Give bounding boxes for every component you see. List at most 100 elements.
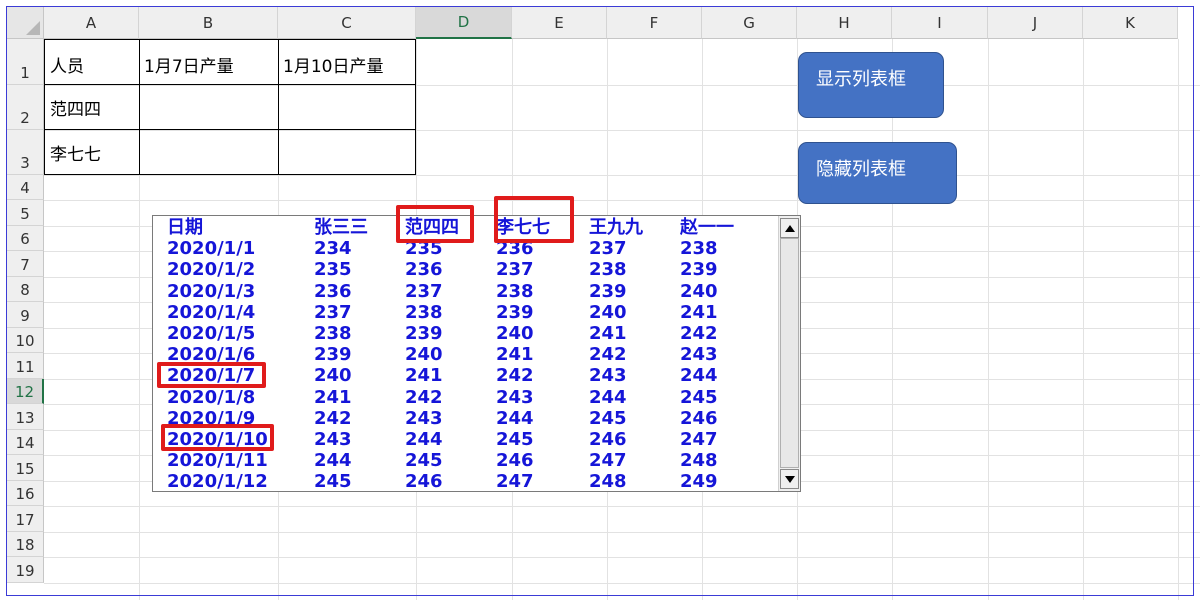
listbox-item-cell: 245 bbox=[680, 386, 718, 408]
row-header-14[interactable]: 14 bbox=[7, 430, 44, 455]
listbox-item-cell: 245 bbox=[405, 450, 443, 472]
gridline-horizontal bbox=[44, 583, 1200, 584]
table-cell-jan7-row2[interactable] bbox=[139, 130, 278, 174]
row-header-9[interactable]: 9 bbox=[7, 302, 44, 328]
gridline-vertical bbox=[1178, 39, 1179, 600]
table-cell-name-row2[interactable]: 李七七 bbox=[45, 130, 139, 174]
listbox-item-cell: 2020/1/3 bbox=[167, 280, 256, 302]
table-cell-name-row1[interactable]: 范四四 bbox=[45, 85, 139, 129]
listbox-item-cell: 241 bbox=[496, 344, 534, 366]
data-listbox[interactable]: 日期 张三三 范四四 李七七 王九九 赵一一 2020/1/1 234 235 236 237 238… bbox=[152, 215, 801, 492]
triangle-down-icon bbox=[784, 475, 795, 483]
table-header-jan7-output[interactable]: 1月7日产量 bbox=[139, 40, 278, 84]
listbox-item-cell: 243 bbox=[405, 407, 443, 429]
column-header-j[interactable]: J bbox=[988, 7, 1083, 39]
listbox-item-cell: 243 bbox=[314, 429, 352, 450]
column-header-e[interactable]: E bbox=[512, 7, 607, 39]
table-border-left bbox=[44, 39, 45, 175]
listbox-header-cell: 赵一一 bbox=[680, 217, 734, 238]
listbox-header-cell: 张三三 bbox=[314, 217, 368, 238]
listbox-item-cell: 248 bbox=[589, 471, 627, 493]
listbox-item-cell: 247 bbox=[589, 450, 627, 472]
scroll-up-button[interactable] bbox=[780, 218, 799, 238]
column-header-i[interactable]: I bbox=[892, 7, 988, 39]
column-header-d[interactable]: D bbox=[416, 7, 512, 39]
scroll-thumb[interactable] bbox=[780, 238, 799, 468]
column-header-f[interactable]: F bbox=[607, 7, 702, 39]
row-header-19[interactable]: 19 bbox=[7, 557, 44, 583]
listbox-item-cell: 239 bbox=[405, 323, 443, 344]
row-header-10[interactable]: 10 bbox=[7, 328, 44, 353]
listbox-item-cell: 243 bbox=[496, 386, 534, 408]
gridline-horizontal bbox=[44, 532, 1200, 533]
row-header-2[interactable]: 2 bbox=[7, 85, 44, 130]
listbox-item-cell: 244 bbox=[680, 365, 718, 387]
listbox-item-cell: 246 bbox=[589, 429, 627, 450]
listbox-item-cell: 246 bbox=[496, 450, 534, 472]
row-header-11[interactable]: 11 bbox=[7, 353, 44, 379]
listbox-item-cell: 2020/1/1 bbox=[167, 238, 256, 260]
row-header-12[interactable]: 12 bbox=[7, 379, 44, 404]
scroll-down-button[interactable] bbox=[780, 469, 799, 489]
listbox-item-cell: 247 bbox=[496, 471, 534, 493]
row-header-6[interactable]: 6 bbox=[7, 226, 44, 251]
listbox-item-cell: 246 bbox=[680, 407, 718, 429]
listbox-item-cell: 240 bbox=[405, 344, 443, 366]
column-header-g[interactable]: G bbox=[702, 7, 797, 39]
gridline-horizontal bbox=[44, 506, 1200, 507]
triangle-up-icon bbox=[784, 224, 795, 232]
row-header-17[interactable]: 17 bbox=[7, 506, 44, 532]
table-border-col1 bbox=[139, 39, 140, 175]
column-header-h[interactable]: H bbox=[797, 7, 892, 39]
listbox-item-cell: 237 bbox=[405, 280, 443, 302]
table-cell-jan10-row1[interactable] bbox=[278, 85, 416, 129]
listbox-item-cell: 2020/1/7 bbox=[167, 365, 256, 387]
gridline-vertical bbox=[892, 39, 893, 600]
show-listbox-button[interactable]: 显示列表框 bbox=[798, 52, 944, 118]
listbox-item-cell: 242 bbox=[589, 344, 627, 366]
listbox-item-cell: 238 bbox=[496, 280, 534, 302]
row-header-8[interactable]: 8 bbox=[7, 277, 44, 302]
table-header-jan10-output[interactable]: 1月10日产量 bbox=[278, 40, 416, 84]
listbox-item-cell: 2020/1/9 bbox=[167, 407, 256, 429]
table-cell-jan10-row2[interactable] bbox=[278, 130, 416, 174]
listbox-item-cell: 244 bbox=[589, 386, 627, 408]
listbox-item-cell: 241 bbox=[314, 386, 352, 408]
listbox-item-cell: 241 bbox=[589, 323, 627, 344]
listbox-item-cell: 2020/1/4 bbox=[167, 301, 256, 323]
listbox-item-cell: 244 bbox=[496, 407, 534, 429]
row-header-4[interactable]: 4 bbox=[7, 175, 44, 200]
listbox-header-cell: 李七七 bbox=[496, 217, 550, 238]
listbox-item-cell: 239 bbox=[314, 344, 352, 366]
listbox-item-cell: 242 bbox=[496, 365, 534, 387]
row-header-3[interactable]: 3 bbox=[7, 130, 44, 175]
row-header-15[interactable]: 15 bbox=[7, 455, 44, 481]
row-header-7[interactable]: 7 bbox=[7, 251, 44, 277]
table-cell-jan7-row1[interactable] bbox=[139, 85, 278, 129]
listbox-item-cell: 238 bbox=[589, 259, 627, 281]
row-header-1[interactable]: 1 bbox=[7, 39, 44, 85]
listbox-item-cell: 240 bbox=[680, 280, 718, 302]
listbox-item-cell: 237 bbox=[314, 301, 352, 323]
table-header-person[interactable]: 人员 bbox=[45, 40, 139, 84]
listbox-item-cell: 234 bbox=[314, 238, 352, 260]
column-header-b[interactable]: B bbox=[139, 7, 278, 39]
listbox-item-cell: 236 bbox=[496, 238, 534, 260]
row-header-13[interactable]: 13 bbox=[7, 404, 44, 430]
column-header-k[interactable]: K bbox=[1083, 7, 1178, 39]
listbox-item-cell: 239 bbox=[589, 280, 627, 302]
select-all-corner[interactable] bbox=[7, 7, 44, 39]
table-border-row2 bbox=[44, 129, 416, 130]
listbox-item-cell: 242 bbox=[405, 386, 443, 408]
listbox-scrollbar[interactable] bbox=[778, 216, 800, 491]
listbox-item-cell: 2020/1/10 bbox=[167, 429, 268, 450]
column-header-a[interactable]: A bbox=[44, 7, 139, 39]
table-border-row1 bbox=[44, 84, 416, 85]
hide-listbox-button[interactable]: 隐藏列表框 bbox=[798, 142, 957, 204]
column-header-c[interactable]: C bbox=[278, 7, 416, 39]
row-header-18[interactable]: 18 bbox=[7, 532, 44, 557]
row-header-16[interactable]: 16 bbox=[7, 481, 44, 506]
row-header-5[interactable]: 5 bbox=[7, 200, 44, 226]
listbox-item-cell: 245 bbox=[314, 471, 352, 493]
listbox-item-cell: 236 bbox=[314, 280, 352, 302]
